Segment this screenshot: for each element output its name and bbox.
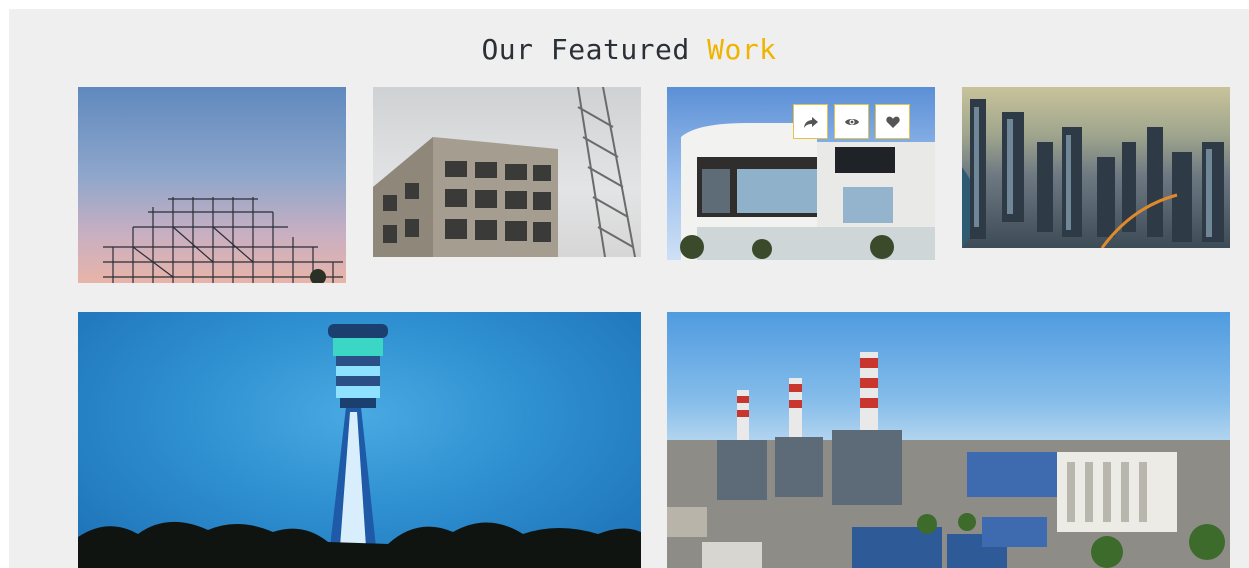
skyline-image — [962, 99, 1224, 248]
featured-work-section: Our Featured Work — [9, 9, 1249, 568]
power-plant-image — [667, 352, 1230, 568]
building-image — [373, 87, 636, 257]
portfolio-item-house[interactable] — [667, 87, 935, 260]
portfolio-item-power-plant[interactable] — [667, 312, 1230, 568]
portfolio-actions — [793, 104, 910, 139]
portfolio-item-control-tower[interactable] — [78, 312, 641, 568]
eye-icon — [844, 118, 859, 125]
heart-icon — [885, 116, 900, 128]
section-title-accent: Work — [707, 33, 777, 66]
like-button[interactable] — [875, 104, 910, 139]
portfolio-item-building[interactable] — [373, 87, 641, 257]
control-tower-image — [78, 324, 641, 568]
section-title: Our Featured Work — [9, 33, 1249, 66]
section-title-main: Our Featured — [481, 33, 690, 66]
share-button[interactable] — [793, 104, 828, 139]
view-button[interactable] — [834, 104, 869, 139]
share-icon — [803, 116, 818, 128]
portfolio-item-scaffolding[interactable] — [78, 87, 346, 283]
portfolio-item-skyline[interactable] — [962, 87, 1230, 248]
scaffolding-image — [103, 197, 343, 283]
